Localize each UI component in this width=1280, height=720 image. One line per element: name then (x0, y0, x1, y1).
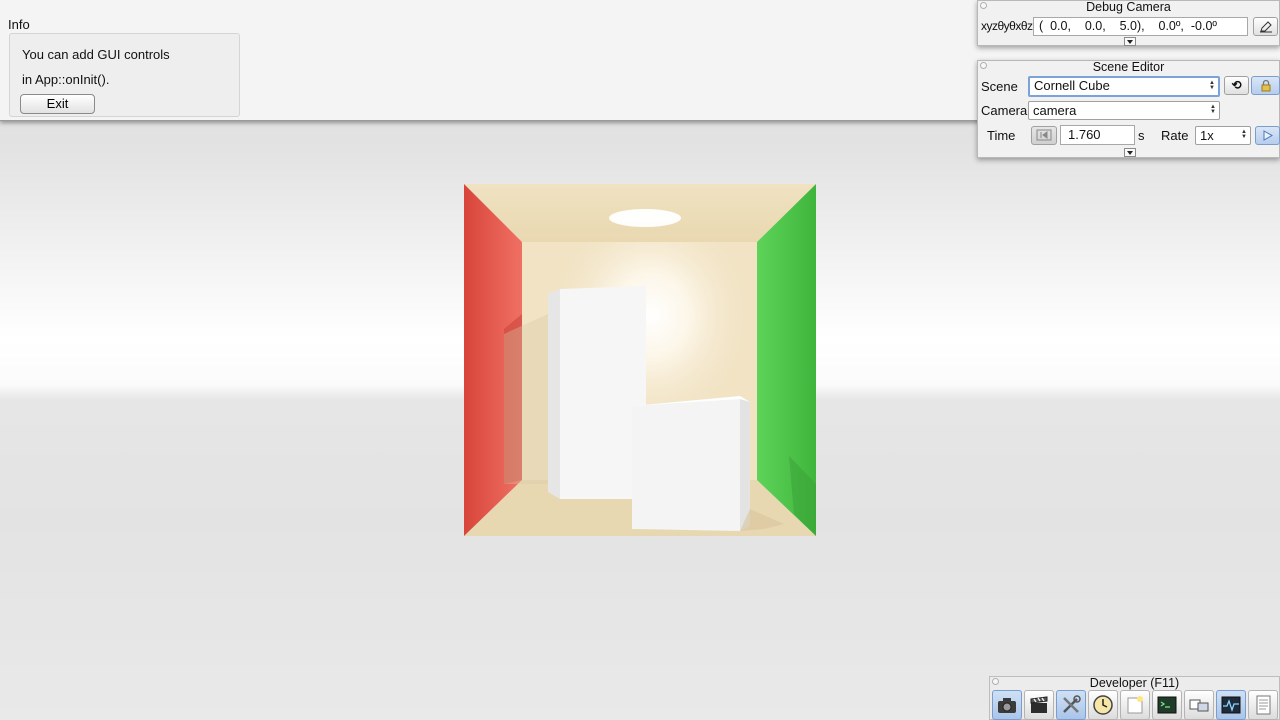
edit-camera-button[interactable] (1253, 17, 1278, 36)
scene-dropdown-value: Cornell Cube (1034, 78, 1110, 93)
camera-icon (998, 698, 1016, 713)
camera-label: Camera (981, 103, 1028, 118)
clapperboard-icon (1030, 696, 1048, 713)
rewind-time-button[interactable] (1031, 126, 1057, 145)
time-label: Time (987, 128, 1016, 143)
time-unit: s (1138, 128, 1145, 143)
ceiling-light (609, 209, 681, 227)
pencil-icon (1259, 21, 1272, 33)
graph-icon (1221, 696, 1241, 714)
short-block-front (632, 399, 740, 531)
scene-editor-toggle-button[interactable] (1056, 690, 1086, 720)
developer-dock: Developer (F11) (989, 676, 1280, 720)
document-icon (1256, 695, 1271, 715)
terminal-icon (1157, 696, 1177, 714)
video-record-button[interactable] (1024, 690, 1054, 720)
camera-dropdown[interactable]: camera ▲ ▼ (1028, 101, 1220, 120)
info-box: You can add GUI controls in App::onInit(… (9, 33, 240, 117)
camera-control-button[interactable] (992, 690, 1022, 720)
log-button[interactable] (1248, 690, 1278, 720)
tall-block-shadow (504, 314, 548, 484)
reload-scene-button[interactable]: ⟲ (1224, 76, 1249, 95)
clock-icon (1093, 695, 1113, 715)
developer-dock-title: Developer (F11) (1089, 676, 1180, 690)
console-button[interactable] (1152, 690, 1182, 720)
debug-camera-title: Debug Camera (1086, 0, 1171, 14)
scene-window-button[interactable] (1120, 690, 1150, 720)
info-text-line-2: in App::onInit(). (22, 72, 110, 87)
coord-label: xyzθyθxθz (981, 19, 1033, 33)
exit-button[interactable]: Exit (20, 94, 95, 114)
time-input[interactable]: 1.760 (1060, 125, 1135, 145)
play-button[interactable] (1255, 126, 1280, 145)
updown-arrows-icon: ▲ ▼ (1241, 129, 1247, 140)
rate-dropdown-value: 1x (1200, 128, 1214, 143)
debug-camera-window: Debug Camera xyzθyθxθz ( 0.0, 0.0, 5.0),… (977, 0, 1280, 46)
windows-icon (1189, 699, 1209, 712)
tall-block-side (548, 289, 560, 499)
scene-icon (1127, 696, 1143, 714)
lock-scene-button[interactable] (1251, 76, 1280, 95)
camera-dropdown-value: camera (1033, 103, 1077, 118)
play-icon (1263, 130, 1273, 141)
rewind-icon (1036, 129, 1052, 141)
profiler-button[interactable] (1088, 690, 1118, 720)
scene-editor-collapse-arrow[interactable] (1124, 148, 1136, 157)
rate-dropdown[interactable]: 1x ▲ ▼ (1195, 126, 1251, 145)
cornell-box-render (464, 184, 816, 536)
scene-editor-window: Scene Editor Scene Cornell Cube ▲ ▼ ⟲ Cam… (977, 60, 1280, 158)
camera-coord-field[interactable]: ( 0.0, 0.0, 5.0), 0.0º, -0.0º (1033, 17, 1248, 36)
tools-icon (1063, 695, 1081, 713)
short-block-side (740, 399, 750, 531)
scene-dropdown[interactable]: Cornell Cube ▲ ▼ (1028, 76, 1220, 97)
info-text-line-1: You can add GUI controls (22, 47, 170, 62)
scene-editor-title: Scene Editor (1092, 60, 1165, 74)
updown-arrows-icon: ▲ ▼ (1209, 80, 1215, 91)
graph-button[interactable] (1216, 690, 1246, 720)
updown-arrows-icon: ▲ ▼ (1210, 104, 1216, 115)
scene-label: Scene (981, 79, 1018, 94)
window-manager-button[interactable] (1184, 690, 1214, 720)
lock-icon (1261, 79, 1270, 92)
info-pane-title: Info (8, 17, 30, 32)
debug-camera-collapse-arrow[interactable] (1124, 37, 1136, 46)
rate-label: Rate (1161, 128, 1189, 143)
reload-icon: ⟲ (1231, 78, 1242, 92)
